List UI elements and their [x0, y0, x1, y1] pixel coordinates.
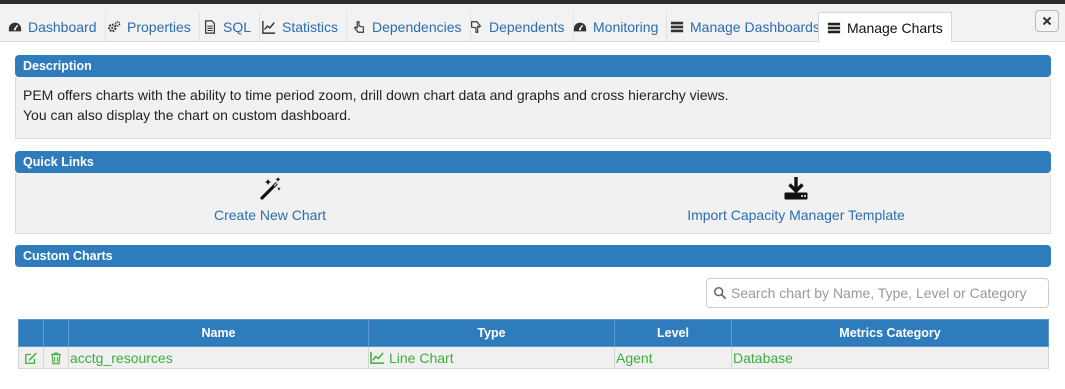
magic-wand-icon [257, 173, 283, 203]
tab-sql[interactable]: SQL [195, 12, 261, 42]
close-button[interactable] [1035, 10, 1059, 32]
trash-icon[interactable] [49, 351, 63, 365]
tab-dependents[interactable]: Dependents [461, 12, 574, 42]
search-icon [713, 286, 727, 300]
search-box [706, 278, 1049, 308]
chart-level-cell: Agent [614, 346, 732, 369]
tab-label: Dependents [489, 19, 565, 35]
actions-column-header [43, 319, 69, 347]
hand-up-icon [469, 20, 483, 34]
tab-manage-dashboards[interactable]: Manage Dashboards [662, 12, 829, 42]
hand-pointer-icon [352, 20, 366, 34]
create-new-chart-link[interactable]: Create New Chart [200, 173, 340, 223]
quick-links-header: Quick Links [15, 151, 1051, 173]
custom-charts-header: Custom Charts [15, 245, 1051, 267]
tab-label: Manage Charts [847, 19, 943, 36]
tab-label: Manage Dashboards [690, 19, 820, 35]
line-chart-icon [370, 351, 384, 364]
column-header-type[interactable]: Type [368, 319, 615, 347]
line-chart-icon [262, 20, 276, 34]
tab-bar: Dashboard Properties SQL Statistics Depe… [0, 4, 1065, 43]
edit-cell [18, 346, 44, 369]
chart-type-label: Line Chart [389, 349, 454, 366]
tab-label: Dependencies [372, 19, 462, 35]
tab-statistics[interactable]: Statistics [254, 12, 348, 42]
tab-label: Dashboard [28, 19, 97, 35]
dashboard-icon [573, 20, 587, 34]
table-row[interactable]: acctg_resources Line Chart Agent Databas… [18, 346, 1049, 369]
tab-manage-charts[interactable]: Manage Charts [818, 12, 952, 43]
close-icon [1042, 16, 1052, 26]
tab-monitoring[interactable]: Monitoring [565, 12, 668, 42]
chart-type-cell: Line Chart [368, 346, 615, 369]
description-text: PEM offers charts with the ability to ti… [23, 87, 729, 103]
download-icon [783, 173, 809, 203]
list-icon [827, 21, 841, 35]
edit-icon[interactable] [24, 351, 38, 365]
description-text: You can also display the chart on custom… [23, 107, 351, 123]
chart-category-cell: Database [731, 346, 1049, 369]
cogs-icon [107, 20, 121, 34]
tab-label: Monitoring [593, 19, 659, 35]
column-header-level[interactable]: Level [614, 319, 732, 347]
column-header-metrics-category[interactable]: Metrics Category [731, 319, 1049, 347]
tab-label: Statistics [282, 19, 339, 35]
delete-cell [43, 346, 69, 369]
chart-name-cell: acctg_resources [68, 346, 369, 369]
file-icon [203, 20, 217, 34]
tab-dashboard[interactable]: Dashboard [0, 12, 106, 42]
description-body: PEM offers charts with the ability to ti… [15, 77, 1051, 139]
column-header-name[interactable]: Name [68, 319, 369, 347]
custom-charts-table: Name Type Level Metrics Category acctg_r… [18, 319, 1049, 369]
create-new-chart-label: Create New Chart [213, 207, 327, 223]
tab-label: Properties [127, 19, 191, 35]
tab-label: SQL [223, 19, 252, 35]
import-capacity-manager-template-label: Import Capacity Manager Template [687, 207, 905, 223]
quick-links-body: Create New Chart Import Capacity Manager… [15, 173, 1051, 234]
description-header: Description [15, 55, 1051, 77]
search-input[interactable] [731, 285, 1048, 301]
tab-dependencies[interactable]: Dependencies [344, 12, 471, 42]
actions-column-header [18, 319, 44, 347]
dashboard-icon [8, 20, 22, 34]
import-capacity-manager-template-link[interactable]: Import Capacity Manager Template [676, 173, 916, 223]
list-icon [670, 20, 684, 34]
tab-properties[interactable]: Properties [99, 12, 200, 42]
table-header-row: Name Type Level Metrics Category [18, 319, 1049, 347]
